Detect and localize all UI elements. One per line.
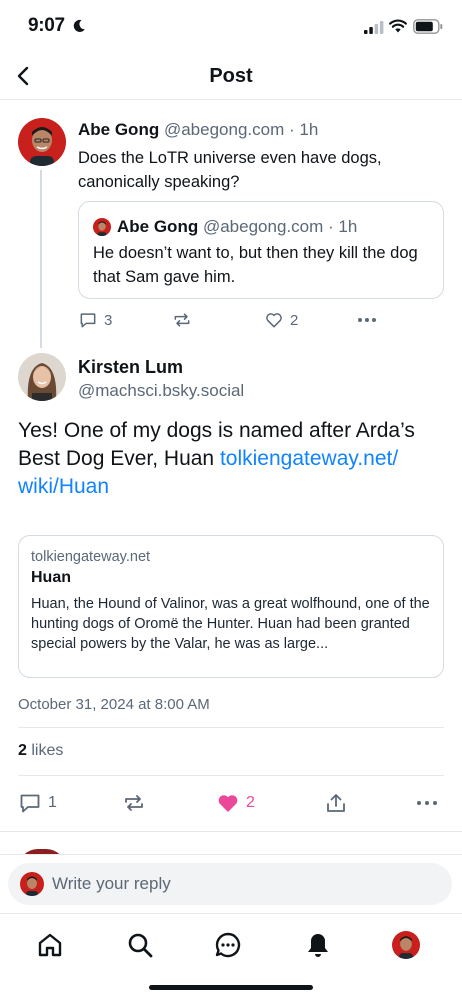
divider [18, 727, 444, 728]
profile-avatar [392, 931, 420, 959]
tab-search[interactable] [124, 929, 156, 961]
divider [18, 775, 444, 776]
quote-header: Abe Gong @abegong.com · 1h [117, 217, 357, 237]
parent-more-button[interactable] [356, 308, 378, 332]
more-icon [417, 801, 437, 805]
quote-age: 1h [338, 217, 358, 236]
more-icon [358, 318, 376, 322]
main-reply-count: 1 [48, 794, 57, 811]
home-indicator[interactable] [149, 985, 313, 990]
main-author-handle[interactable]: @machsci.bsky.social [78, 381, 244, 401]
page-title: Post [209, 65, 253, 87]
status-time: 9:07 [28, 15, 65, 36]
parent-like-count: 2 [290, 311, 299, 329]
quote-separator: · [327, 217, 334, 236]
chat-icon [215, 932, 241, 958]
reply-placeholder: Write your reply [52, 874, 171, 893]
status-bar: 9:07 [0, 0, 462, 54]
parent-post-actions: 3 2 [78, 308, 458, 332]
quote-author-handle: @abegong.com [202, 217, 324, 236]
home-icon [38, 933, 62, 957]
notifications-icon [308, 934, 328, 957]
post-timestamp: October 31, 2024 at 8:00 AM [18, 696, 210, 713]
main-like-count: 2 [246, 794, 255, 811]
heart-icon [266, 313, 282, 328]
share-button[interactable] [324, 791, 348, 815]
parent-repost-button[interactable] [172, 308, 192, 332]
main-reply-button[interactable]: 1 [18, 791, 57, 815]
main-post-actions: 1 2 [18, 790, 444, 816]
parent-post-age: 1h [299, 120, 319, 139]
likes-count: 2 [18, 742, 27, 759]
battery-icon [413, 19, 443, 34]
reply-avatar [20, 872, 44, 896]
parent-reply-count: 3 [104, 311, 113, 329]
quote-card[interactable]: Abe Gong @abegong.com · 1h He doesn’t wa… [78, 201, 444, 299]
main-like-button[interactable]: 2 [216, 791, 255, 815]
tab-profile[interactable] [390, 929, 422, 961]
quote-text: He doesn’t want to, but then they kill t… [93, 244, 418, 286]
reply-input[interactable]: Write your reply [8, 863, 452, 905]
tab-home[interactable] [34, 929, 66, 961]
tab-notifications[interactable] [302, 929, 334, 961]
reply-icon [20, 794, 40, 813]
main-more-button[interactable] [416, 791, 438, 815]
link-card-description: Huan, the Hound of Valinor, was a great … [31, 596, 430, 652]
share-icon [327, 794, 345, 812]
repost-icon [125, 795, 143, 811]
header: Post [0, 54, 462, 100]
reply-icon [80, 313, 96, 328]
likes-label: likes [26, 742, 64, 759]
reply-bar: Write your reply [0, 854, 462, 914]
wifi-icon [389, 19, 407, 33]
main-post-text: Yes! One of my dogs is named after Arda’… [18, 417, 438, 501]
likes-row[interactable]: 2 likes [18, 742, 63, 760]
avatar-abe-gong[interactable] [18, 118, 66, 166]
moon-icon [73, 19, 85, 32]
avatar-kirsten-lum[interactable] [18, 353, 66, 401]
quote-author-name: Abe Gong [117, 217, 199, 236]
parent-author-handle[interactable]: @abegong.com [164, 120, 284, 139]
link-card-domain: tolkiengateway.net [31, 549, 151, 565]
tab-chat[interactable] [212, 929, 244, 961]
link-card[interactable]: tolkiengateway.net Huan Huan, the Hound … [18, 535, 444, 678]
parent-post-text: Does the LoTR universe even have dogs, c… [78, 149, 382, 191]
heart-filled-icon [218, 795, 238, 812]
repost-icon [174, 313, 190, 327]
quote-avatar [93, 218, 111, 236]
signal-icon [364, 21, 384, 34]
divider [0, 831, 462, 832]
link-card-title: Huan [31, 569, 71, 586]
parent-post-header: Abe Gong @abegong.com · 1h [78, 120, 318, 140]
search-icon [128, 933, 153, 958]
parent-reply-button[interactable]: 3 [78, 308, 112, 332]
main-repost-button[interactable] [122, 791, 146, 815]
thread-line [40, 170, 42, 348]
parent-like-button[interactable]: 2 [264, 308, 298, 332]
parent-separator: · [288, 120, 295, 139]
parent-author-name[interactable]: Abe Gong [78, 120, 159, 139]
main-author-name[interactable]: Kirsten Lum [78, 357, 183, 378]
